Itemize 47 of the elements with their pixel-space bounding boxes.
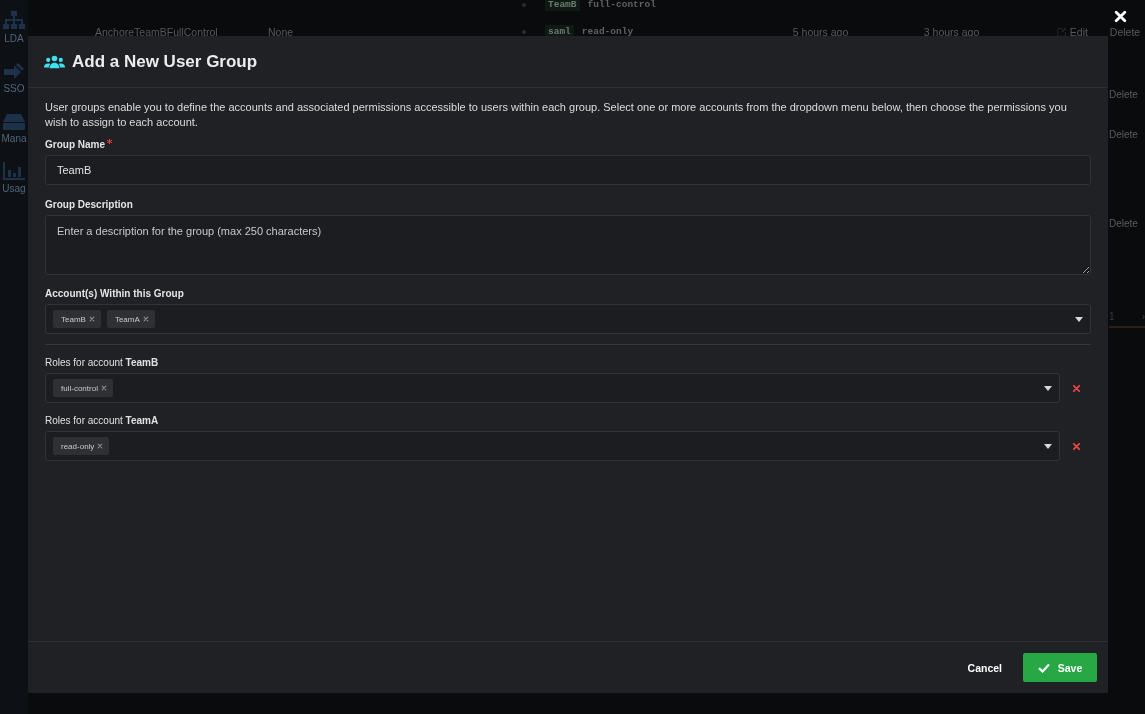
remove-icon[interactable] [1072,383,1081,393]
edit-link[interactable]: Edit [1069,25,1088,38]
table-cell-text: 3 hours ago [923,25,981,38]
remove-icon[interactable] [1072,441,1081,451]
delete-link[interactable]: Delete [1109,25,1141,38]
description-field[interactable]: Enter a description for the group (max 250 characters) [45,215,1091,275]
nav-label[interactable]: SSO [3,83,25,94]
role-text: read-only [581,26,635,37]
nav-label[interactable]: Mana [1,133,27,144]
account-badge: TeamB [545,0,580,11]
nav-label[interactable]: LDA [4,33,24,44]
next-page-link[interactable]: › [1141,311,1145,322]
nav-label[interactable]: Usag [2,183,26,194]
check-icon [1037,662,1050,673]
caret-icon [1075,316,1083,322]
cancel-button[interactable]: Cancel [963,653,1006,682]
users-icon [44,54,65,69]
roles-label: Roles for account TeamA [45,415,160,426]
remove-icon[interactable] [100,385,107,391]
delete-link[interactable]: Delete [1109,89,1138,100]
save-button[interactable]: Save [1023,653,1097,682]
account-chip[interactable]: TeamA [106,310,155,328]
group-name-field[interactable]: TeamB [45,155,1091,185]
accounts-select[interactable]: TeamB TeamA [45,304,1091,334]
role-text: full-control [587,0,657,10]
role-chip[interactable]: full-control [53,379,113,397]
close-icon[interactable] [1114,10,1127,23]
roles-label: Roles for account TeamB [45,357,160,368]
field-label: Account(s) Within this Group [45,288,184,299]
remove-icon[interactable] [142,316,149,322]
intro-text: User groups enable you to define the accounts and associated permissions accessible to users within each group. Select one or more accounts from the dropdown menu below, then choose the permissions you wish to assign to each account. [45,100,1068,130]
delete-link[interactable]: Delete [1109,129,1138,140]
caret-icon [1044,385,1052,391]
dialog-title: Add a New User Group [72,51,258,72]
table-cell-text: None [268,25,295,38]
delete-link[interactable]: Delete [1109,218,1138,229]
roles-select[interactable]: full-control [45,373,1060,403]
field-label: Group Description [45,199,133,210]
role-chip[interactable]: read-only [53,437,110,455]
roles-select[interactable]: read-only [45,431,1060,461]
caret-icon [1044,443,1052,449]
account-chip[interactable]: TeamB [53,310,101,328]
remove-icon[interactable] [88,316,95,322]
remove-icon[interactable] [97,443,104,449]
table-cell-text: 5 hours ago [792,25,850,38]
field-label: Group Name [45,139,105,150]
table-cell-text: AnchoreTeamBFullControl [95,25,219,38]
